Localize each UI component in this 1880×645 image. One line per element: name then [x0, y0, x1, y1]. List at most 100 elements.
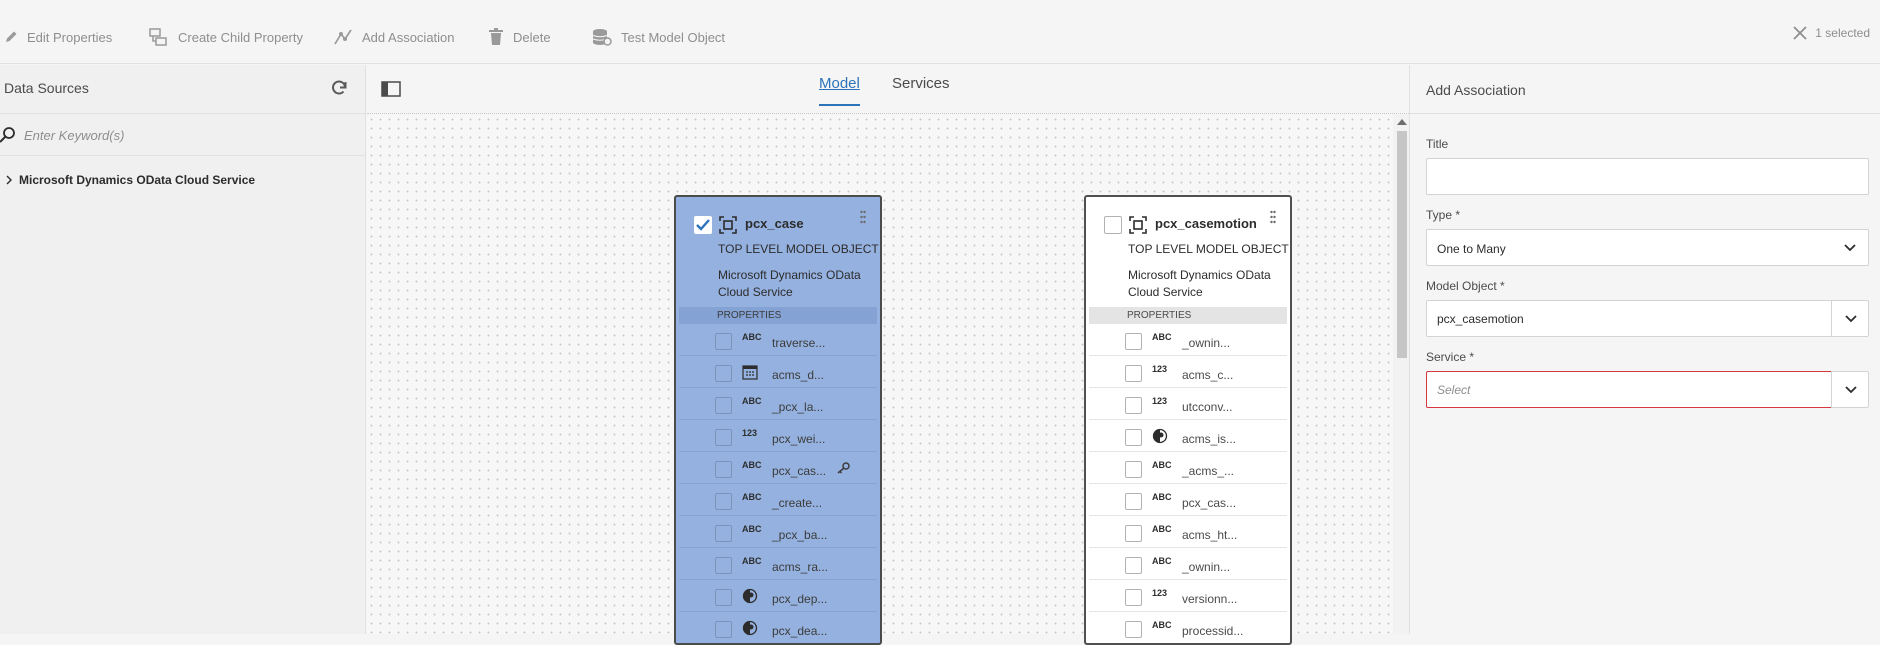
property-checkbox[interactable]	[715, 557, 732, 574]
title-input[interactable]	[1426, 158, 1869, 195]
add-association-panel: Add Association Title Type * One to Many…	[1409, 65, 1880, 634]
trash-icon	[489, 28, 503, 45]
chevron-down-icon	[1844, 244, 1856, 252]
property-name: traverse...	[772, 336, 826, 350]
property-checkbox[interactable]	[1125, 493, 1142, 510]
scroll-thumb[interactable]	[1397, 131, 1407, 358]
property-checkbox[interactable]	[715, 429, 732, 446]
tab-services[interactable]: Services	[892, 75, 950, 104]
string-type-icon: ABC	[742, 460, 762, 470]
model-object-input[interactable]	[1426, 300, 1832, 337]
property-checkbox[interactable]	[1125, 397, 1142, 414]
property-checkbox[interactable]	[1125, 589, 1142, 606]
property-row[interactable]: ABC acms_ra...	[679, 548, 877, 580]
property-row[interactable]: ABC pcx_cas...	[1089, 484, 1287, 516]
string-type-icon: ABC	[742, 524, 762, 534]
property-checkbox[interactable]	[715, 397, 732, 414]
property-checkbox[interactable]	[1125, 333, 1142, 350]
property-row[interactable]: 123 utcconv...	[1089, 388, 1287, 420]
model-object-label: Model Object *	[1426, 279, 1505, 293]
number-type-icon: 123	[1152, 588, 1168, 598]
data-sources-header: Data Sources	[0, 65, 365, 114]
property-row[interactable]: ABC _pcx_la...	[679, 388, 877, 420]
properties-header: PROPERTIES	[1089, 307, 1287, 324]
pencil-icon	[6, 31, 17, 42]
property-row[interactable]: 123 acms_c...	[1089, 356, 1287, 388]
property-row[interactable]: ABC acms_ht...	[1089, 516, 1287, 548]
property-row[interactable]: ABC pcx_cas...	[679, 452, 877, 484]
type-select[interactable]: One to Many	[1426, 229, 1869, 266]
action-toolbar: Edit Properties Create Child Property Ad…	[0, 0, 1880, 64]
property-checkbox[interactable]	[1125, 525, 1142, 542]
refresh-icon[interactable]	[330, 79, 348, 97]
property-name: versionn...	[1182, 592, 1238, 606]
service-dropdown-button[interactable]	[1831, 371, 1869, 408]
tab-model[interactable]: Model	[819, 75, 860, 106]
property-checkbox[interactable]	[715, 525, 732, 542]
delete-button[interactable]: Delete	[488, 26, 551, 48]
test-model-object-button[interactable]: Test Model Object	[592, 26, 725, 48]
property-row[interactable]: 123 versionn...	[1089, 580, 1287, 612]
property-name: acms_d...	[772, 368, 825, 382]
property-checkbox[interactable]	[715, 461, 732, 478]
property-checkbox[interactable]	[1125, 461, 1142, 478]
close-icon[interactable]	[1793, 26, 1807, 40]
property-checkbox[interactable]	[715, 493, 732, 510]
drag-handle-icon[interactable]	[1270, 210, 1276, 224]
property-row[interactable]: pcx_dep...	[679, 580, 877, 612]
chevron-down-icon	[1845, 315, 1857, 323]
card-checkbox[interactable]	[1104, 216, 1122, 234]
property-checkbox[interactable]	[1125, 557, 1142, 574]
sidebar-toggle-icon[interactable]	[381, 81, 401, 97]
model-card-pcx-case[interactable]: pcx_case TOP LEVEL MODEL OBJECT Microsof…	[674, 195, 882, 645]
card-source: Microsoft Dynamics OData Cloud Service	[718, 268, 861, 299]
scroll-up-arrow[interactable]	[1397, 119, 1407, 125]
edit-properties-button[interactable]: Edit Properties	[4, 26, 112, 48]
property-name: pcx_wei...	[772, 432, 826, 446]
service-input[interactable]	[1426, 371, 1832, 408]
property-name: pcx_cas...	[772, 464, 827, 478]
tree-item-ms-dynamics[interactable]: Microsoft Dynamics OData Cloud Service	[6, 173, 255, 187]
property-row[interactable]: ABC _ownin...	[1089, 324, 1287, 356]
card-kind: TOP LEVEL MODEL OBJECT	[718, 242, 879, 256]
property-row[interactable]: ABC _ownin...	[1089, 548, 1287, 580]
property-row[interactable]: ABC processid...	[1089, 612, 1287, 643]
number-type-icon: 123	[1152, 396, 1168, 406]
property-checkbox[interactable]	[1125, 621, 1142, 638]
property-row[interactable]: ABC _acms_...	[1089, 452, 1287, 484]
editor-header: Model Services	[367, 65, 1409, 114]
drag-handle-icon[interactable]	[860, 210, 866, 224]
card-title: pcx_case	[745, 216, 804, 231]
model-card-pcx-casemotion[interactable]: pcx_casemotion TOP LEVEL MODEL OBJECT Mi…	[1084, 195, 1292, 645]
model-object-dropdown-button[interactable]	[1831, 300, 1869, 337]
calendar-icon	[742, 365, 758, 380]
create-child-property-button[interactable]: Create Child Property	[149, 26, 303, 48]
chevron-right-icon[interactable]	[6, 175, 13, 185]
property-row[interactable]: acms_is...	[1089, 420, 1287, 452]
property-row[interactable]: pcx_dea...	[679, 612, 877, 643]
add-association-button[interactable]: Add Association	[333, 26, 455, 48]
card-checkbox[interactable]	[694, 216, 712, 234]
property-checkbox[interactable]	[715, 621, 732, 638]
string-type-icon: ABC	[1152, 492, 1172, 502]
panel-title: Add Association	[1426, 82, 1526, 98]
canvas-scrollbar[interactable]	[1393, 115, 1409, 634]
property-row[interactable]: ABC _create...	[679, 484, 877, 516]
property-row[interactable]: acms_d...	[679, 356, 877, 388]
test-model-object-label: Test Model Object	[621, 29, 726, 45]
tree-item-label: Microsoft Dynamics OData Cloud Service	[19, 173, 256, 187]
property-checkbox[interactable]	[1125, 429, 1142, 446]
property-name: _pcx_ba...	[772, 528, 828, 542]
property-checkbox[interactable]	[1125, 365, 1142, 382]
model-object-icon	[719, 216, 737, 234]
property-name: _ownin...	[1182, 336, 1231, 350]
property-row[interactable]: ABC traverse...	[679, 324, 877, 356]
data-sources-rail: Data Sources Microsoft Dynamics OData Cl…	[0, 65, 366, 634]
property-checkbox[interactable]	[715, 333, 732, 350]
property-row[interactable]: ABC _pcx_ba...	[679, 516, 877, 548]
property-checkbox[interactable]	[715, 365, 732, 382]
property-checkbox[interactable]	[715, 589, 732, 606]
keyword-search-input[interactable]	[24, 124, 354, 146]
property-row[interactable]: 123 pcx_wei...	[679, 420, 877, 452]
property-name: acms_is...	[1182, 432, 1237, 446]
